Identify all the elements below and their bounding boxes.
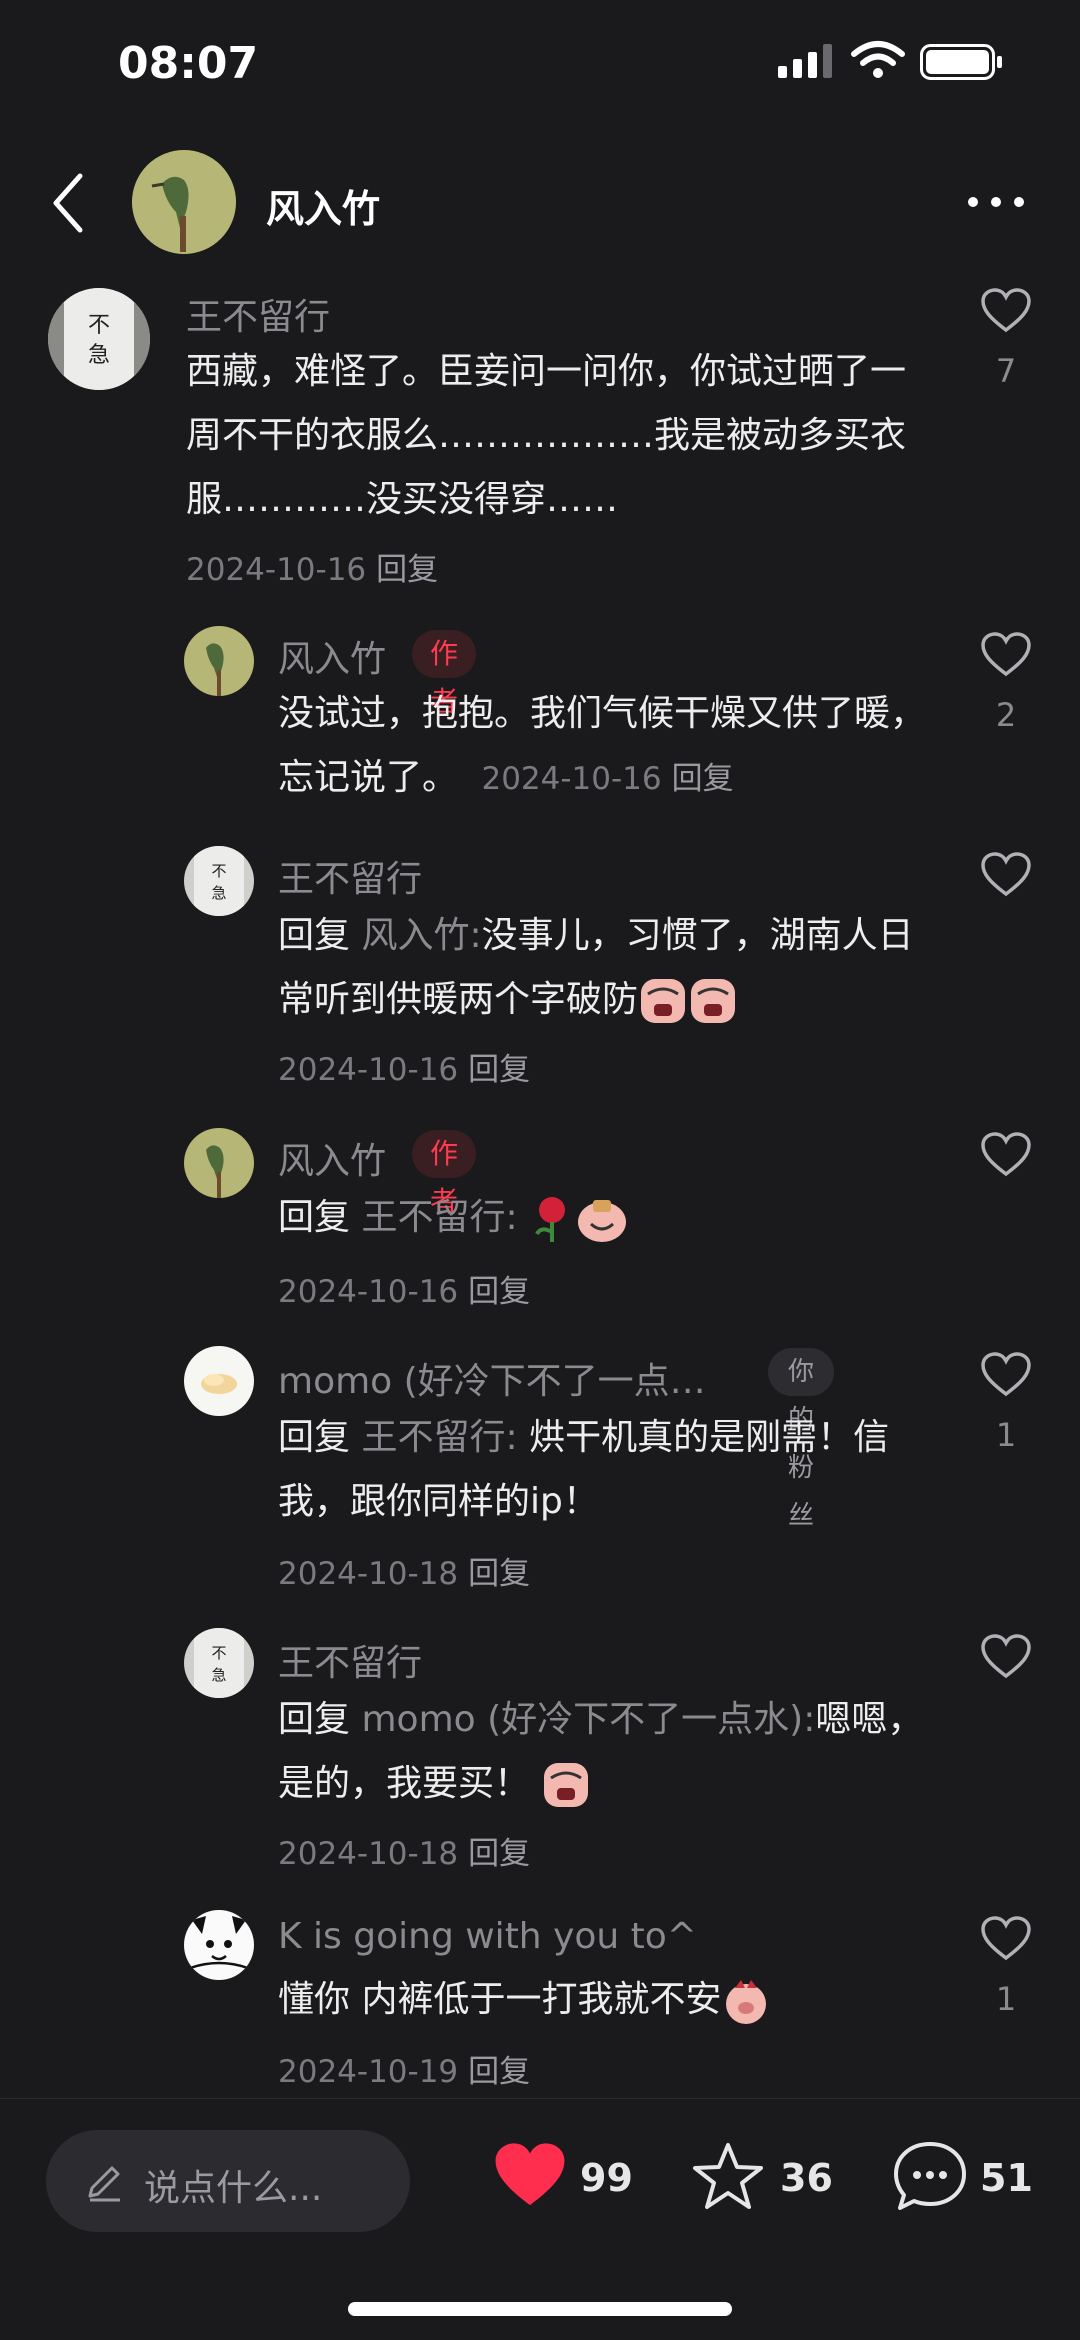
heart-icon[interactable]: [980, 1132, 1032, 1178]
svg-text:急: 急: [211, 1666, 226, 1684]
comment-username[interactable]: 王不留行: [278, 850, 422, 902]
avatar[interactable]: [184, 1346, 254, 1416]
svg-text:不: 不: [211, 862, 226, 880]
comment-icon[interactable]: [892, 2140, 968, 2214]
more-icon[interactable]: [966, 195, 1026, 209]
like-count: 1: [995, 1416, 1017, 1454]
comment-meta: 2024-10-16 回复: [186, 544, 438, 589]
reply-target[interactable]: momo (好冷下不了一点水):: [361, 1699, 815, 1740]
comment-text: 回复 王不留行: 烘干机真的是刚需！信我，跟你同样的ip！: [278, 1406, 938, 1534]
status-bar: 08:07: [0, 0, 1080, 130]
reply-button[interactable]: 回复: [468, 1274, 530, 1310]
comment-text: 回复 王不留行:: [278, 1186, 938, 1250]
comment-date: 2024-10-16: [278, 1052, 459, 1088]
author-badge: 作者: [412, 630, 477, 718]
comment-date: 2024-10-16: [481, 761, 662, 797]
svg-text:不: 不: [88, 313, 110, 338]
heart-icon[interactable]: [492, 2142, 568, 2208]
reply-prefix: 回复: [278, 915, 351, 956]
input-placeholder: 说点什么...: [144, 2168, 323, 2209]
reply-target[interactable]: 风入竹:: [361, 915, 481, 956]
comment-text: 懂你 内裤低于一打我就不安: [278, 1968, 938, 2032]
comment-text: 回复 风入竹:没事儿，习惯了，湖南人日常听到供暖两个字破防: [278, 904, 938, 1032]
comment-date: 2024-10-16: [278, 1274, 459, 1310]
reply-prefix: 回复: [278, 1197, 351, 1238]
svg-text:急: 急: [211, 884, 226, 902]
comment-meta: 2024-10-16 回复: [278, 1266, 530, 1311]
comment-date: 2024-10-18: [278, 1556, 459, 1592]
heart-icon[interactable]: [980, 1916, 1032, 1962]
comment-username[interactable]: K is going with you to^: [278, 1916, 697, 1957]
like-count: 7: [995, 352, 1017, 390]
comment-username[interactable]: 王不留行: [186, 288, 330, 340]
reply-target[interactable]: 王不留行:: [361, 1197, 517, 1238]
heart-icon[interactable]: [980, 288, 1032, 334]
likes-count: 99: [580, 2156, 633, 2200]
reply-prefix: 回复: [278, 1699, 351, 1740]
crying-emoji-icon: [544, 1763, 589, 1807]
home-indicator: [348, 2302, 732, 2316]
avatar[interactable]: [184, 626, 254, 696]
wifi-icon: [851, 41, 905, 78]
reply-button[interactable]: 回复: [672, 761, 734, 797]
header: 风入竹: [0, 150, 1080, 260]
comment-input[interactable]: 说点什么...: [46, 2130, 410, 2232]
comment-meta: 2024-10-16 回复: [278, 1044, 530, 1089]
star-icon[interactable]: [690, 2140, 766, 2212]
heart-icon[interactable]: [980, 632, 1032, 678]
avatar[interactable]: 不 急: [184, 1628, 254, 1698]
avatar[interactable]: [184, 1910, 254, 1980]
comment-username[interactable]: 风入竹: [278, 630, 386, 682]
comment-meta: 2024-10-16 回复: [481, 761, 733, 797]
crying-emoji-icon: [691, 979, 736, 1023]
svg-text:急: 急: [88, 343, 110, 368]
author-avatar[interactable]: [132, 150, 236, 254]
heart-icon[interactable]: [980, 1352, 1032, 1398]
comment-meta: 2024-10-18 回复: [278, 1828, 530, 1873]
comment-text: 没试过，抱抱。我们气候干燥又供了暖，忘记说了。 2024-10-16 回复: [278, 682, 938, 811]
comment-date: 2024-10-16: [186, 552, 367, 588]
svg-text:不: 不: [211, 1644, 226, 1662]
comment-body: 懂你 内裤低于一打我就不安: [278, 1979, 722, 2020]
rose-emoji-icon: [535, 1197, 566, 1242]
comment-text: 西藏，难怪了。臣妾问一问你，你试过晒了一周不干的衣服么………………我是被动多买衣…: [186, 351, 907, 520]
status-time: 08:07: [118, 38, 259, 89]
back-icon[interactable]: [48, 172, 88, 234]
heart-icon[interactable]: [980, 852, 1032, 898]
reply-button[interactable]: 回复: [376, 552, 438, 588]
signal-icon: [778, 44, 832, 78]
comments-count: 51: [980, 2156, 1033, 2200]
heart-icon[interactable]: [980, 1634, 1032, 1680]
comment-username[interactable]: 王不留行: [278, 1634, 422, 1686]
avatar[interactable]: [184, 1128, 254, 1198]
comment-username[interactable]: 风入竹: [278, 1132, 386, 1184]
comment-meta: 2024-10-19 回复: [278, 2046, 530, 2091]
reply-button[interactable]: 回复: [468, 1836, 530, 1872]
author-badge: 作者: [412, 1130, 477, 1218]
reply-target[interactable]: 王不留行:: [361, 1417, 517, 1458]
comment-username[interactable]: momo (好冷下不了一点…: [278, 1352, 706, 1404]
fan-badge: 你的粉丝: [768, 1348, 835, 1531]
crying-emoji-icon: [641, 979, 686, 1023]
pen-icon: [88, 2166, 120, 2202]
stars-count: 36: [780, 2156, 833, 2200]
avatar[interactable]: 不 急: [184, 846, 254, 916]
reply-button[interactable]: 回复: [468, 2054, 530, 2090]
header-title: 风入竹: [266, 187, 381, 231]
comment-date: 2024-10-19: [278, 2054, 459, 2090]
like-count: 1: [995, 1980, 1017, 2018]
reply-prefix: 回复: [278, 1417, 351, 1458]
like-count: 2: [995, 696, 1017, 734]
hug-emoji-icon: [578, 1200, 627, 1242]
comment-meta: 2024-10-18 回复: [278, 1548, 530, 1593]
pig-emoji-icon: [726, 1980, 767, 2024]
reply-button[interactable]: 回复: [468, 1556, 530, 1592]
reply-button[interactable]: 回复: [468, 1052, 530, 1088]
avatar[interactable]: 不 急: [48, 288, 150, 390]
comment-date: 2024-10-18: [278, 1836, 459, 1872]
comment-text: 回复 momo (好冷下不了一点水):嗯嗯，是的，我要买！: [278, 1688, 938, 1816]
battery-icon: [920, 44, 1002, 80]
